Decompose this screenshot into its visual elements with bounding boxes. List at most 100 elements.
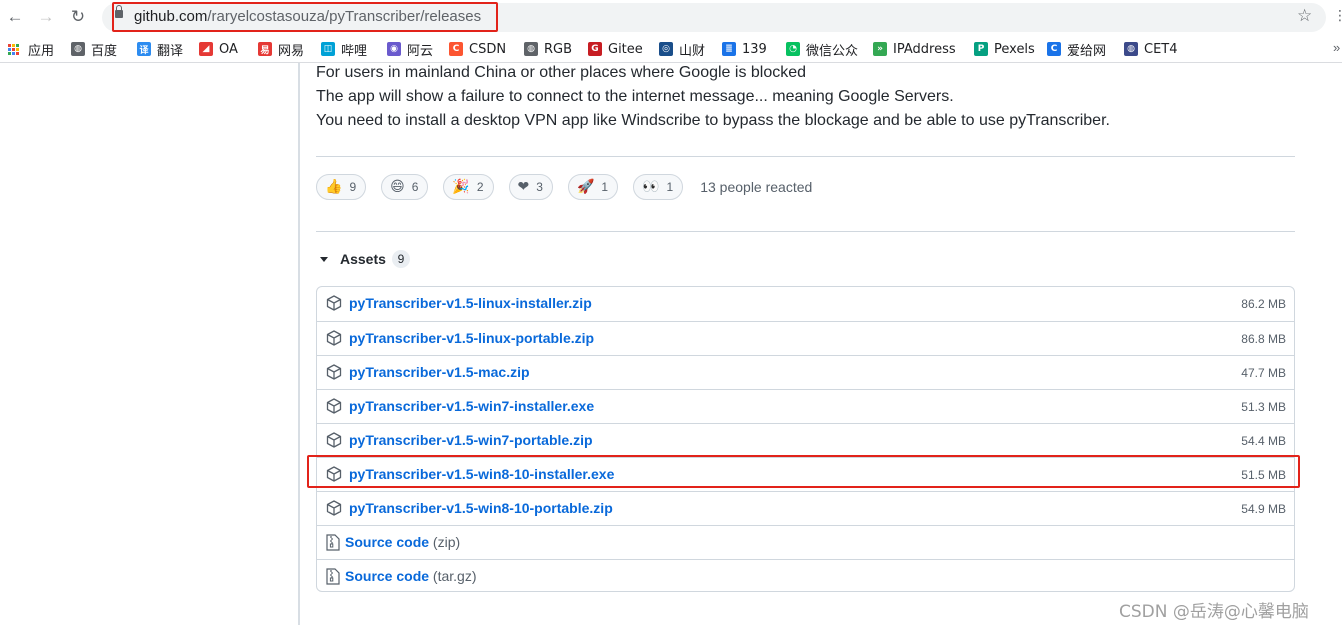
release-description-line-3: You need to install a desktop VPN app li… xyxy=(316,112,1110,129)
bookmark-label: RGB xyxy=(544,41,573,57)
reactions-bar: 👍 9 😄 6 🎉 2 ❤ 3 🚀 1 👀 1 13 people reacted xyxy=(316,174,812,200)
reaction-button[interactable]: 😄 6 xyxy=(381,174,429,200)
asset-name: Source code xyxy=(345,568,430,584)
reaction-button[interactable]: 🚀 1 xyxy=(567,174,619,200)
pexels-icon: P xyxy=(974,42,988,56)
sdufe-icon: ◎ xyxy=(659,42,673,56)
source-code-link[interactable]: Source code (zip) xyxy=(345,534,460,550)
bookmark-item[interactable]: ◎ 山财 xyxy=(659,40,706,59)
bookmark-item[interactable]: 易网易 xyxy=(258,40,305,59)
divider xyxy=(316,231,1295,232)
reaction-count: 6 xyxy=(411,180,419,194)
laugh-icon: 😄 xyxy=(390,179,405,195)
translate-icon: 译 xyxy=(137,42,151,56)
bookmark-label: 哔哩 xyxy=(341,43,368,59)
asset-download-link[interactable]: pyTranscriber-v1.5-mac.zip xyxy=(349,364,530,380)
asset-name: pyTranscriber-v1.5-mac.zip xyxy=(349,364,530,380)
asset-name: pyTranscriber-v1.5-win7-portable.zip xyxy=(349,432,593,448)
gitee-icon: G xyxy=(588,42,602,56)
reaction-count: 2 xyxy=(476,180,484,194)
bookmark-label: Pexels xyxy=(994,41,1035,57)
browser-toolbar: ← → ↻ github.com/raryelcostasouza/pyTran… xyxy=(0,0,1342,35)
reload-icon[interactable]: ↻ xyxy=(67,6,89,28)
bookmark-label: 爱给网 xyxy=(1067,43,1107,59)
csdn-icon: C xyxy=(449,42,463,56)
bookmark-item[interactable]: ≣ 139 xyxy=(722,40,767,58)
url-highlight-box xyxy=(112,2,498,32)
reaction-button[interactable]: ❤ 3 xyxy=(508,174,553,200)
oa-icon: ◢ xyxy=(199,42,213,56)
reacted-summary: 13 people reacted xyxy=(700,179,813,195)
back-arrow-icon[interactable]: ← xyxy=(4,6,26,28)
bookmarks-overflow-icon[interactable]: » xyxy=(1333,40,1340,55)
asset-row: pyTranscriber-v1.5-mac.zip 47.7 MB xyxy=(317,355,1294,389)
bookmark-label: 山财 xyxy=(679,43,706,59)
source-code-link[interactable]: Source code (tar.gz) xyxy=(345,568,477,584)
bookmark-item[interactable]: ◔ 微信公众 xyxy=(786,40,858,59)
asset-download-link[interactable]: pyTranscriber-v1.5-win7-portable.zip xyxy=(349,432,593,448)
bookmark-item[interactable]: ◍ 百度 xyxy=(71,40,117,59)
bookmark-item[interactable]: C 爱给网 xyxy=(1047,40,1107,59)
bookmark-item[interactable]: 译翻译 xyxy=(137,40,184,59)
asset-format: (zip) xyxy=(429,534,461,550)
watermark: CSDN @岳涛@心馨电脑 xyxy=(1119,602,1309,622)
rgb-globe-icon: ◍ xyxy=(524,42,538,56)
bookmark-item[interactable]: ◢ OA xyxy=(199,40,238,58)
apps-icon xyxy=(8,43,22,55)
bookmark-item[interactable]: ◍ CET4 xyxy=(1124,40,1178,58)
bookmark-item[interactable]: » IPAddress xyxy=(873,40,956,58)
bookmark-label: 阿云 xyxy=(407,43,434,59)
bookmark-star-icon[interactable]: ☆ xyxy=(1297,6,1312,26)
asset-download-link[interactable]: pyTranscriber-v1.5-win7-installer.exe xyxy=(349,398,594,414)
asset-download-link[interactable]: pyTranscriber-v1.5-linux-installer.zip xyxy=(349,295,592,311)
release-description-line-2: The app will show a failure to connect t… xyxy=(316,88,954,105)
browser-menu-icon[interactable]: ⋮ xyxy=(1333,7,1342,24)
package-icon xyxy=(326,364,342,380)
bookmark-item[interactable]: C CSDN xyxy=(449,40,506,58)
bookmark-label: CSDN xyxy=(469,41,507,57)
reaction-button[interactable]: 🎉 2 xyxy=(443,174,494,200)
asset-row: pyTranscriber-v1.5-linux-installer.zip 86… xyxy=(317,287,1294,321)
assets-title: Assets xyxy=(340,251,386,267)
asset-size: 51.3 MB xyxy=(1241,400,1286,414)
bookmark-item[interactable]: 应用 xyxy=(8,40,55,59)
bookmark-label: OA xyxy=(219,41,238,57)
aigei-icon: C xyxy=(1047,42,1061,56)
asset-download-link[interactable]: pyTranscriber-v1.5-win8-10-portable.zip xyxy=(349,500,613,516)
asset-row: Source code (zip) xyxy=(317,525,1294,559)
assets-list: pyTranscriber-v1.5-linux-installer.zip 86… xyxy=(316,286,1295,592)
bookmark-label: 应用 xyxy=(28,43,55,59)
bookmark-item[interactable]: ◫ 哔哩 xyxy=(321,40,368,59)
bookmark-label: 翻译 xyxy=(157,43,184,59)
file-zip-icon xyxy=(326,568,340,585)
asset-name: pyTranscriber-v1.5-win8-10-portable.zip xyxy=(349,500,613,516)
asset-name: Source code xyxy=(345,534,430,550)
asset-size: 47.7 MB xyxy=(1241,366,1286,380)
forward-arrow-icon[interactable]: → xyxy=(35,6,57,28)
reaction-count: 1 xyxy=(666,180,674,194)
file-zip-icon xyxy=(326,534,340,551)
asset-name: pyTranscriber-v1.5-linux-portable.zip xyxy=(349,330,595,346)
package-icon xyxy=(326,398,342,414)
asset-row: pyTranscriber-v1.5-win7-installer.exe 51.… xyxy=(317,389,1294,423)
asset-download-link[interactable]: pyTranscriber-v1.5-linux-portable.zip xyxy=(349,330,594,346)
asset-format: (tar.gz) xyxy=(429,568,477,584)
asset-row: Source code (tar.gz) xyxy=(317,559,1294,593)
bookmark-item[interactable]: P Pexels xyxy=(974,40,1035,58)
bookmark-label: 网易 xyxy=(278,43,305,59)
rocket-icon: 🚀 xyxy=(576,179,595,195)
release-description-line-1: For users in mainland China or other pla… xyxy=(316,64,807,81)
bookmark-item[interactable]: ◉ 阿云 xyxy=(387,40,434,59)
asset-size: 86.2 MB xyxy=(1241,297,1286,311)
package-icon xyxy=(326,500,342,516)
hooray-icon: 🎉 xyxy=(452,179,470,195)
bookmark-label: CET4 xyxy=(1144,41,1178,57)
reaction-button[interactable]: 👍 9 xyxy=(316,174,367,200)
globe-icon: ◍ xyxy=(71,42,85,56)
reaction-button[interactable]: 👀 1 xyxy=(633,174,684,200)
bookmarks-bar: » 应用 ◍ 百度 译翻译 ◢ OA 易网易 ◫ 哔哩 ◉ 阿云 C CSDN ◍ RGB G Gitee ◎ 山财… xyxy=(0,35,1342,63)
bookmark-item[interactable]: ◍ RGB xyxy=(524,40,572,58)
asset-size: 54.9 MB xyxy=(1241,502,1286,516)
bookmark-item[interactable]: G Gitee xyxy=(588,40,643,58)
assets-toggle[interactable]: Assets 9 xyxy=(316,249,410,269)
